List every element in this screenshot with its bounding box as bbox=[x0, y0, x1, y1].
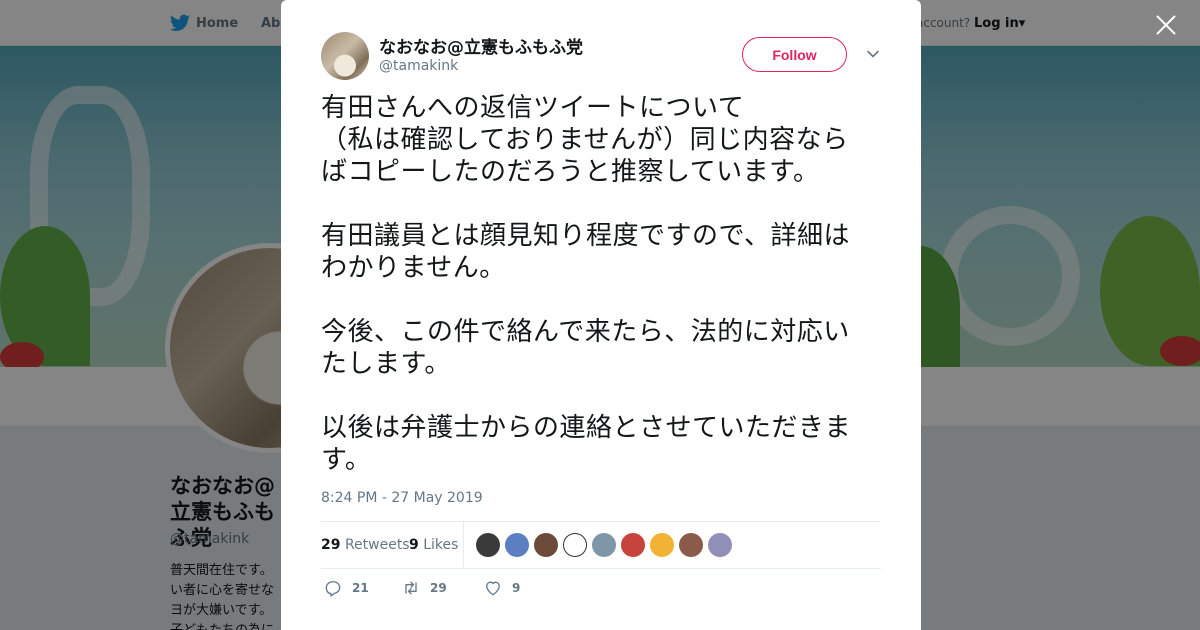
tweet-modal: なおなお@立憲もふもふ党 @tamakink Follow 有田さんへの返信ツイ… bbox=[281, 0, 921, 630]
liker-avatar[interactable] bbox=[505, 533, 529, 557]
liker-avatar[interactable] bbox=[563, 533, 587, 557]
retweets-stat[interactable]: 29 Retweets bbox=[321, 537, 410, 553]
reply-count: 21 bbox=[352, 581, 369, 595]
retweet-count: 29 bbox=[430, 581, 447, 595]
likes-stat[interactable]: 9 Likes bbox=[409, 537, 458, 553]
retweet-icon bbox=[405, 581, 417, 595]
retweets-count: 29 bbox=[321, 537, 341, 553]
tweet-stats: 29 Retweets 9 Likes bbox=[321, 521, 881, 569]
liker-avatars bbox=[476, 533, 732, 557]
reply-action[interactable]: 21 bbox=[323, 578, 369, 598]
reply-icon bbox=[325, 581, 341, 597]
like-count: 9 bbox=[512, 581, 521, 595]
likes-count: 9 bbox=[409, 537, 419, 553]
liker-avatar[interactable] bbox=[592, 533, 616, 557]
follow-button[interactable]: Follow bbox=[742, 37, 847, 72]
liker-avatar[interactable] bbox=[679, 533, 703, 557]
liker-avatar[interactable] bbox=[621, 533, 645, 557]
author-handle[interactable]: @tamakink bbox=[379, 58, 458, 74]
close-icon[interactable] bbox=[1153, 12, 1179, 38]
heart-icon bbox=[486, 581, 500, 596]
chevron-down-icon[interactable] bbox=[865, 46, 881, 62]
tweet-text: 有田さんへの返信ツイートについて （私は確認しておりませんが）同じ内容なら ばコ… bbox=[321, 93, 852, 475]
like-action[interactable]: 9 bbox=[483, 578, 520, 598]
author-display-name[interactable]: なおなお@立憲もふもふ党 bbox=[379, 33, 583, 58]
retweets-label: Retweets bbox=[344, 537, 410, 553]
stats-divider bbox=[463, 522, 464, 568]
liker-avatar[interactable] bbox=[534, 533, 558, 557]
tweet-timestamp[interactable]: 8:24 PM - 27 May 2019 bbox=[321, 490, 483, 506]
retweet-action[interactable]: 29 bbox=[401, 578, 447, 598]
author-avatar[interactable] bbox=[321, 32, 369, 80]
liker-avatar[interactable] bbox=[650, 533, 674, 557]
tweet-actions: 21 29 9 bbox=[321, 578, 881, 602]
likes-label: Likes bbox=[423, 537, 459, 553]
liker-avatar[interactable] bbox=[476, 533, 500, 557]
liker-avatar[interactable] bbox=[708, 533, 732, 557]
